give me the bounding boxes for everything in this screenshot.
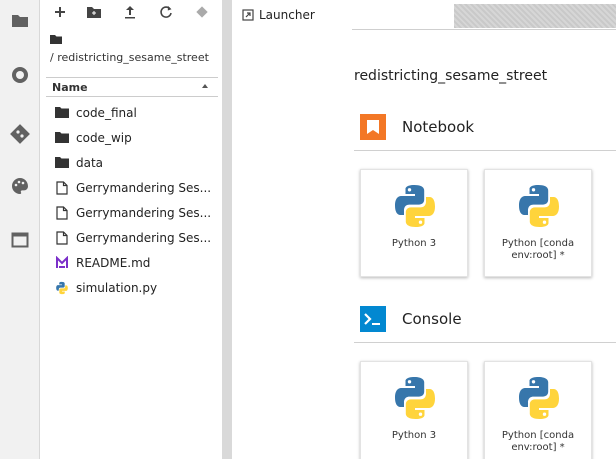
breadcrumb-path[interactable]: / redistricting_sesame_street [50, 50, 218, 66]
notebook-python3-label: Python 3 [391, 238, 437, 249]
name-column-label: Name [52, 80, 88, 94]
folder-icon [54, 105, 70, 121]
file-item-label: code_final [76, 105, 137, 120]
breadcrumb: / redistricting_sesame_street [50, 34, 218, 66]
console-section-divider [354, 342, 616, 343]
console-section-header: Console [360, 306, 462, 332]
file-item-label: code_wip [76, 130, 132, 145]
markdown-icon [54, 255, 70, 271]
file-item-label: Gerrymandering Ses... [76, 205, 212, 220]
file-item-label: README.md [76, 255, 151, 270]
file-browser-toolbar [40, 0, 222, 26]
file-browser: / redistricting_sesame_street Name code_… [40, 0, 222, 459]
file-item-label: data [76, 155, 104, 170]
console-section-label: Console [402, 310, 462, 328]
console-python3-card[interactable]: Python 3 [360, 361, 468, 459]
file-item[interactable]: simulation.py [46, 275, 220, 300]
refresh-icon[interactable] [156, 2, 176, 22]
notebook-section-header: Notebook [360, 114, 474, 140]
git-icon[interactable] [8, 122, 32, 146]
file-item[interactable]: Gerrymandering Ses... [46, 175, 220, 200]
file-item[interactable]: code_final [46, 100, 220, 125]
file-item[interactable]: data [46, 150, 220, 175]
python-file-icon [54, 280, 70, 296]
breadcrumb-home-icon[interactable] [50, 34, 218, 50]
notebook-icon [360, 114, 386, 140]
file-item-label: Gerrymandering Ses... [76, 180, 212, 195]
name-column-header[interactable]: Name [46, 77, 218, 97]
file-icon [54, 180, 70, 196]
sort-caret-icon [202, 84, 208, 88]
tab-bar: Launcher [232, 0, 616, 30]
file-item[interactable]: Gerrymandering Ses... [46, 225, 220, 250]
main-area: Launcher redistricting_sesame_street Not… [232, 0, 616, 459]
console-conda-root-label: Python [conda env:root] * [501, 430, 575, 453]
palette-icon[interactable] [8, 174, 32, 198]
file-item[interactable]: Gerrymandering Ses... [46, 200, 220, 225]
file-icon [54, 205, 70, 221]
file-list: code_final code_wipdata Gerrymandering Ses… [46, 100, 220, 300]
python-logo-icon [395, 377, 435, 419]
tab-launcher-label: Launcher [259, 8, 315, 22]
panel-splitter[interactable] [222, 0, 232, 459]
activity-bar [0, 0, 40, 459]
tabs-icon[interactable] [8, 228, 32, 252]
file-item-label: Gerrymandering Ses... [76, 230, 212, 245]
console-python3-label: Python 3 [391, 430, 437, 441]
python-logo-icon [519, 185, 559, 227]
folder-icon [54, 130, 70, 146]
notebook-section-divider [354, 150, 616, 151]
console-conda-root-card[interactable]: Python [conda env:root] * [484, 361, 592, 459]
new-folder-icon[interactable] [84, 2, 104, 22]
git-clone-icon[interactable] [192, 2, 212, 22]
folder-icon[interactable] [8, 8, 32, 32]
tab-launcher[interactable]: Launcher [232, 0, 352, 30]
folder-icon [54, 155, 70, 171]
upload-icon[interactable] [120, 2, 140, 22]
notebook-python3-card[interactable]: Python 3 [360, 169, 468, 277]
launcher-tab-icon [242, 9, 254, 21]
file-item-label: simulation.py [76, 280, 158, 295]
python-logo-icon [519, 377, 559, 419]
console-icon [360, 306, 386, 332]
notebook-section-label: Notebook [402, 118, 475, 136]
launcher-title: redistricting_sesame_street [354, 68, 548, 84]
tab-bar-filler [454, 4, 616, 28]
python-logo-icon [395, 185, 435, 227]
notebook-conda-root-label: Python [conda env:root] * [501, 238, 575, 261]
file-item[interactable]: code_wip [46, 125, 220, 150]
notebook-conda-root-card[interactable]: Python [conda env:root] * [484, 169, 592, 277]
new-launcher-icon[interactable] [50, 2, 70, 22]
file-item[interactable]: README.md [46, 250, 220, 275]
running-icon[interactable] [8, 63, 32, 87]
file-icon [54, 230, 70, 246]
